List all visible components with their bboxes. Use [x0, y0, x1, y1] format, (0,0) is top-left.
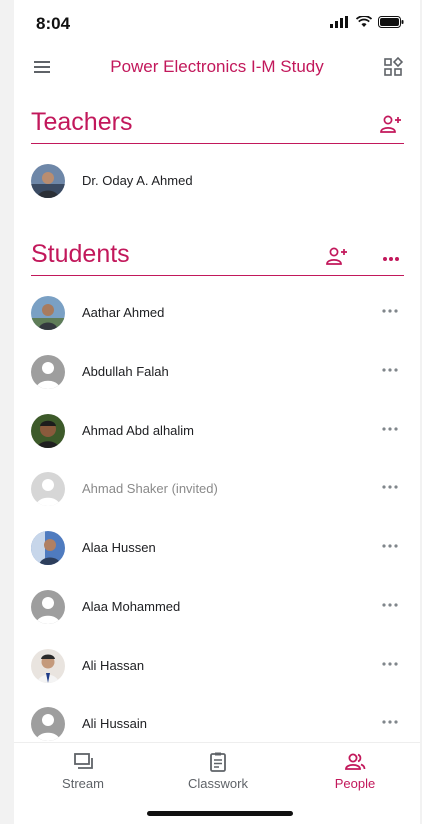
student-avatar	[31, 649, 65, 683]
students-title: Students	[31, 240, 130, 268]
student-avatar	[31, 707, 65, 741]
teachers-title: Teachers	[31, 108, 133, 136]
stream-icon	[74, 753, 93, 769]
student-name: Aathar Ahmed	[82, 305, 165, 320]
student-avatar	[31, 355, 65, 389]
teacher-name: Dr. Oday A. Ahmed	[82, 173, 193, 188]
nav-classwork[interactable]: Classwork	[168, 743, 268, 799]
add-teacher-icon[interactable]	[380, 115, 402, 133]
student-row[interactable]: Alaa Hussen	[14, 521, 420, 577]
student-avatar	[31, 531, 65, 565]
student-name: Alaa Hussen	[82, 540, 156, 555]
more-icon[interactable]	[380, 362, 400, 378]
more-icon[interactable]	[380, 303, 400, 319]
more-icon[interactable]	[380, 714, 400, 730]
signal-icon	[330, 16, 348, 28]
student-name: Ali Hussain	[82, 716, 148, 731]
student-name: Ali Hassan	[82, 658, 145, 673]
more-icon[interactable]	[380, 479, 400, 495]
nav-stream[interactable]: Stream	[33, 743, 133, 799]
student-name: Alaa Mohammed	[82, 599, 181, 614]
status-time: 8:04	[36, 14, 71, 33]
more-icon[interactable]	[380, 656, 400, 672]
phone-screen: 8:04 Power Electronics I-M Study Teacher…	[14, 0, 420, 824]
nav-people[interactable]: People	[305, 743, 405, 799]
student-avatar	[31, 414, 65, 448]
app-bar: Power Electronics I-M Study	[14, 48, 420, 88]
class-title: Power Electronics I-M Study	[110, 57, 324, 76]
home-indicator[interactable]	[147, 811, 293, 816]
student-row[interactable]: Abdullah Falah	[14, 345, 420, 401]
nav-stream-label: Stream	[62, 776, 104, 791]
wifi-icon	[356, 16, 372, 27]
more-icon[interactable]	[380, 597, 400, 613]
student-name: Ahmad Shaker (invited)	[82, 481, 218, 496]
people-icon	[345, 753, 366, 770]
teachers-header: Teachers	[31, 104, 404, 144]
student-row[interactable]: Aathar Ahmed	[14, 286, 420, 342]
teacher-row[interactable]: Dr. Oday A. Ahmed	[14, 154, 420, 210]
classwork-icon	[210, 752, 226, 772]
student-row[interactable]: Alaa Mohammed	[14, 580, 420, 636]
nav-classwork-label: Classwork	[188, 776, 248, 791]
teacher-avatar	[31, 164, 65, 198]
add-student-icon[interactable]	[326, 247, 348, 265]
status-icons	[330, 16, 404, 28]
more-icon[interactable]	[380, 421, 400, 437]
student-avatar	[31, 296, 65, 330]
battery-icon	[378, 16, 404, 28]
student-row[interactable]: Ahmad Shaker (invited)	[14, 462, 420, 518]
bottom-nav: Stream Classwork People	[14, 742, 420, 798]
student-row[interactable]: Ali Hassan	[14, 639, 420, 695]
students-header: Students	[31, 236, 404, 276]
status-bar: 8:04	[14, 0, 420, 46]
student-avatar	[31, 590, 65, 624]
student-name: Abdullah Falah	[82, 364, 169, 379]
more-icon[interactable]	[380, 538, 400, 554]
student-row[interactable]: Ahmad Abd alhalim	[14, 404, 420, 460]
students-more-icon[interactable]	[382, 256, 400, 262]
grid-icon[interactable]	[382, 56, 404, 78]
student-avatar	[31, 472, 65, 506]
student-name: Ahmad Abd alhalim	[82, 423, 195, 438]
nav-people-label: People	[334, 776, 376, 791]
